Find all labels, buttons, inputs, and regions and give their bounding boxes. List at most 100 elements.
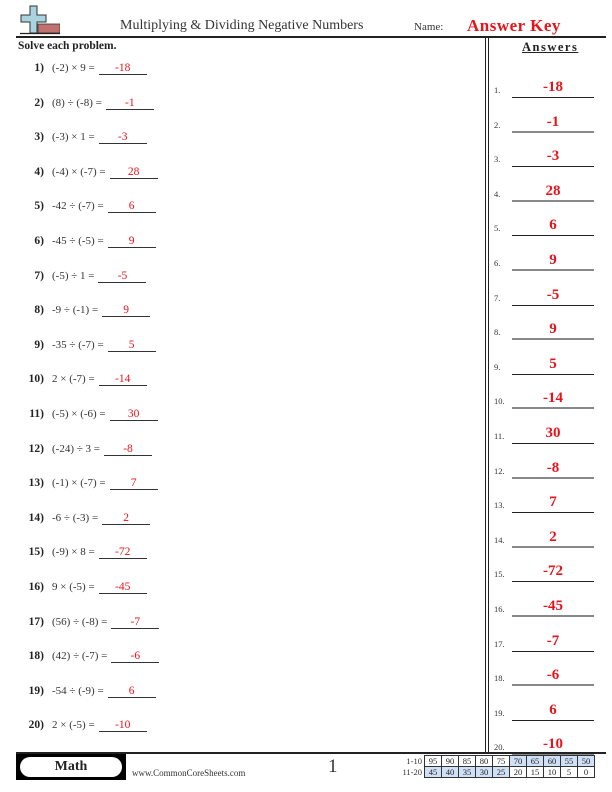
answer-key-item: 11. 30 <box>494 420 604 444</box>
answer-number: 13. <box>494 500 505 511</box>
answer-number: 5. <box>494 223 501 234</box>
website-link[interactable]: www.CommonCoreSheets.com <box>132 768 245 778</box>
answer-number: 18. <box>494 673 505 684</box>
answer-number: 11. <box>494 431 505 441</box>
answer-blank[interactable]: -14 <box>98 373 147 387</box>
problem-expression: -54 ÷ (-9) = <box>52 684 104 697</box>
problem-expression: -42 ÷ (-7) = <box>52 200 104 213</box>
answer-line <box>512 684 594 687</box>
answer-value: 30 <box>545 425 561 441</box>
answer-blank[interactable]: -8 <box>103 443 152 456</box>
answer-line <box>512 719 594 721</box>
answer-blank[interactable]: 9 <box>102 304 151 318</box>
answer-blank[interactable]: -3 <box>98 131 147 145</box>
answer-key-item: 9. 5 <box>494 351 604 375</box>
answer-key-item: 10. -14 <box>494 385 604 410</box>
answer-blank[interactable]: -10 <box>98 719 147 733</box>
problem-expression: (-9) × 8 = <box>52 546 95 559</box>
problem-expression: -35 ÷ (-7) = <box>52 338 104 351</box>
answer-line <box>512 650 594 652</box>
problem-item: 3) (-3) × 1 = -3 <box>20 131 147 151</box>
problem-number: 7) <box>34 269 44 282</box>
problem-number: 8) <box>34 304 44 317</box>
problem-expression: (-5) × (-6) = <box>52 408 106 420</box>
score-row-label: 11-20 <box>402 767 422 777</box>
answer-value: 28 <box>545 182 561 199</box>
answer-line <box>512 338 594 341</box>
answer-blank[interactable]: -5 <box>98 270 147 283</box>
problem-number: 15) <box>28 546 44 559</box>
answer-value: -1 <box>546 113 560 130</box>
problem-number: 9) <box>34 338 44 351</box>
answer-blank[interactable]: 7 <box>109 477 158 491</box>
problem-number: 16) <box>28 581 44 593</box>
problem-expression: -9 ÷ (-1) = <box>52 304 99 317</box>
problem-item: 17) (56) ÷ (-8) = -7 <box>20 616 160 636</box>
answer-number: 7. <box>494 292 501 303</box>
problem-item: 1) (-2) × 9 = -18 <box>20 62 147 82</box>
answer-number: 12. <box>494 465 505 476</box>
answer-value: -18 <box>543 79 563 95</box>
answer-key-item: 6. 9 <box>494 247 604 271</box>
answer-value: -10 <box>543 736 563 753</box>
problem-item: 8) -9 ÷ (-1) = 9 <box>20 304 151 324</box>
answer-blank[interactable]: 5 <box>107 339 156 352</box>
answer-blank[interactable]: 2 <box>102 512 151 525</box>
answer-number: 9. <box>494 361 501 372</box>
score-cell: 35 <box>458 766 476 778</box>
score-cell: 50 <box>577 755 595 767</box>
subject-label: Math <box>20 757 122 777</box>
answer-blank[interactable]: -7 <box>111 616 160 629</box>
problem-expression: (-3) × 1 = <box>52 131 95 144</box>
problem-item: 18) (42) ÷ (-7) = -6 <box>20 650 160 670</box>
problem-expression: -6 ÷ (-3) = <box>52 511 99 524</box>
answer-number: 6. <box>494 258 501 268</box>
answer-blank[interactable]: 6 <box>107 685 156 698</box>
answer-line <box>512 512 594 514</box>
answer-line <box>512 130 594 133</box>
answer-blank[interactable]: -6 <box>111 650 160 664</box>
answer-value: 2 <box>549 528 557 545</box>
answer-number: 2. <box>494 119 501 130</box>
answer-value: -3 <box>546 148 560 165</box>
problem-expression: -45 ÷ (-5) = <box>52 235 104 247</box>
answer-blank[interactable]: 30 <box>109 408 158 421</box>
score-row-labels: 1-10 11-20 <box>386 756 422 778</box>
answer-value: -5 <box>546 286 560 303</box>
answer-value: 6 <box>549 701 557 718</box>
problem-item: 2) (8) ÷ (-8) = -1 <box>20 97 154 117</box>
answer-line <box>512 97 594 98</box>
answer-blank[interactable]: -72 <box>98 546 147 560</box>
answer-line <box>512 373 594 375</box>
column-divider <box>485 37 489 752</box>
problem-item: 12) (-24) ÷ 3 = -8 <box>20 443 152 463</box>
answer-blank[interactable]: 9 <box>107 235 156 248</box>
answer-blank[interactable]: -45 <box>98 581 147 594</box>
score-cell: 60 <box>543 755 561 767</box>
answer-key-item: 17. -7 <box>494 628 604 652</box>
problem-number: 10) <box>28 373 44 386</box>
score-cell: 45 <box>424 766 442 778</box>
problem-number: 18) <box>28 650 44 663</box>
answer-number: 10. <box>494 396 505 407</box>
answer-key-item: 5. 6 <box>494 212 604 237</box>
answer-value: -14 <box>543 390 563 407</box>
answer-blank[interactable]: -1 <box>105 97 154 110</box>
problem-item: 19) -54 ÷ (-9) = 6 <box>20 685 156 705</box>
problem-expression: (42) ÷ (-7) = <box>52 650 108 663</box>
score-cell: 70 <box>509 755 527 767</box>
answer-line <box>512 407 594 410</box>
answer-value: -45 <box>543 598 563 614</box>
score-cell: 65 <box>526 755 544 767</box>
answer-key-item: 8. 9 <box>494 316 604 341</box>
score-cell: 20 <box>509 766 527 778</box>
answer-blank[interactable]: 6 <box>107 200 156 214</box>
score-cell: 90 <box>441 755 459 767</box>
answer-key-item: 13. 7 <box>494 489 604 514</box>
answer-number: 16. <box>494 604 505 614</box>
score-cell: 75 <box>492 755 510 767</box>
answer-number: 8. <box>494 327 501 338</box>
answer-blank[interactable]: 28 <box>109 166 158 179</box>
answer-key-item: 2. -1 <box>494 109 604 133</box>
answer-blank[interactable]: -18 <box>98 62 147 75</box>
